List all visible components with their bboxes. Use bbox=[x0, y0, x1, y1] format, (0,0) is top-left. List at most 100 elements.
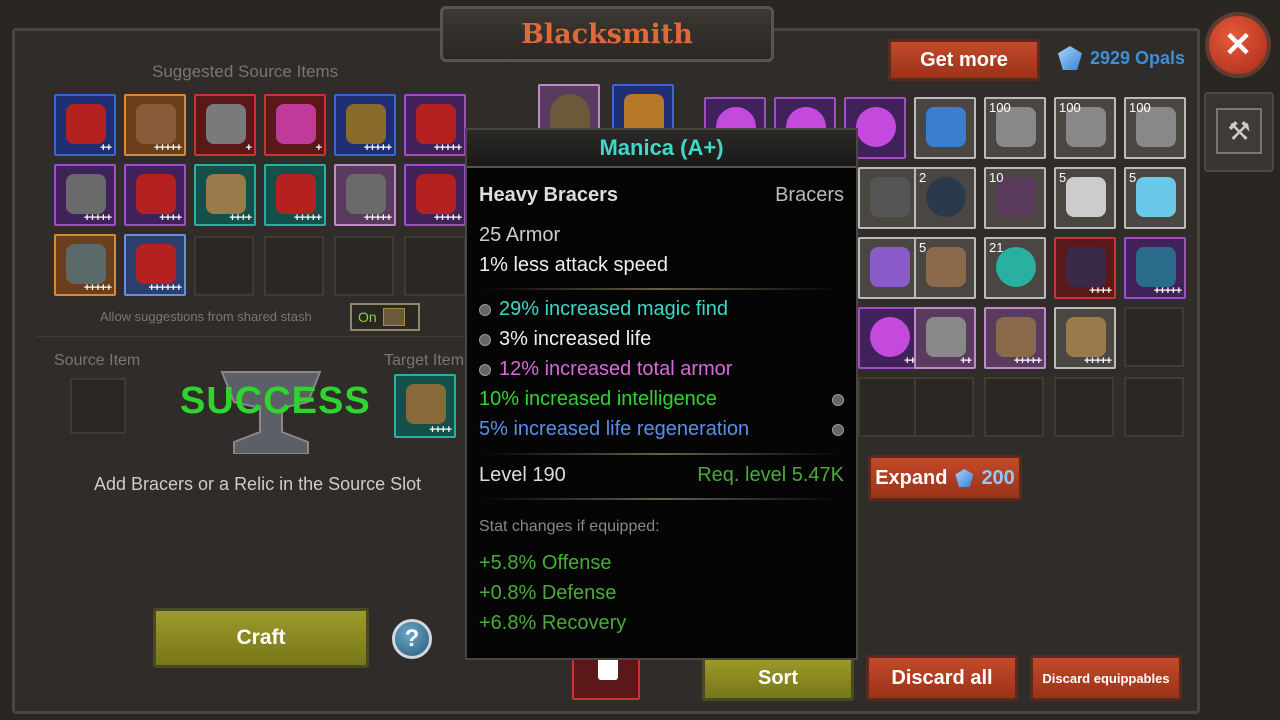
inventory-item[interactable]: ++++ bbox=[1054, 237, 1116, 299]
inventory-item[interactable]: 100 bbox=[1054, 97, 1116, 159]
affix-row: 10% increased intelligence bbox=[479, 388, 844, 411]
item-icon bbox=[926, 317, 966, 357]
affix-row: 5% increased life regeneration bbox=[479, 418, 844, 441]
empty-inventory-slot[interactable] bbox=[1124, 377, 1184, 437]
affix-text: 3% increased life bbox=[499, 328, 652, 350]
affix-bullet-icon bbox=[479, 333, 491, 346]
empty-inventory-slot[interactable] bbox=[858, 377, 918, 437]
plus-rank: ++++ bbox=[159, 212, 182, 224]
discard-all-label: Discard all bbox=[891, 666, 993, 689]
empty-inventory-slot[interactable] bbox=[1124, 307, 1184, 367]
empty-slot[interactable] bbox=[404, 236, 466, 296]
inventory-item[interactable]: 10 bbox=[984, 167, 1046, 229]
inventory-item[interactable]: 100 bbox=[1124, 97, 1186, 159]
suggested-item[interactable]: +++++ bbox=[404, 94, 466, 156]
item-icon bbox=[1066, 247, 1106, 287]
plus-rank: ++ bbox=[960, 355, 972, 367]
get-more-button[interactable]: Get more bbox=[888, 39, 1040, 81]
plus-rank: ++++++ bbox=[148, 282, 182, 294]
item-icon bbox=[870, 177, 910, 217]
item-level: Level 190 bbox=[479, 464, 566, 486]
affix-text: 5% increased life regeneration bbox=[479, 418, 750, 440]
suggested-item[interactable]: +++++ bbox=[334, 94, 396, 156]
inventory-item[interactable]: ++ bbox=[914, 307, 976, 369]
empty-slot[interactable] bbox=[194, 236, 254, 296]
help-button[interactable]: ? bbox=[392, 619, 432, 659]
empty-inventory-slot[interactable] bbox=[1054, 377, 1114, 437]
opals-count: 2929 Opals bbox=[1090, 47, 1186, 68]
tooltip-slot-type: Bracers bbox=[775, 184, 844, 206]
inventory-item[interactable]: 21 bbox=[984, 237, 1046, 299]
bracers-icon bbox=[406, 384, 446, 424]
shared-stash-toggle[interactable]: On bbox=[350, 303, 420, 331]
inventory-item[interactable]: 5 bbox=[914, 237, 976, 299]
empty-inventory-slot[interactable] bbox=[984, 377, 1044, 437]
bracers-icon bbox=[136, 174, 176, 214]
target-item-label: Target Item bbox=[384, 352, 465, 369]
stack-count: 21 bbox=[989, 240, 1004, 255]
opals-display: 2929 Opals bbox=[1058, 46, 1185, 70]
target-item-slot[interactable]: ++++ bbox=[394, 374, 456, 438]
inventory-item[interactable]: 100 bbox=[984, 97, 1046, 159]
inventory-item[interactable]: +++++ bbox=[984, 307, 1046, 369]
inventory-item[interactable]: 5 bbox=[1124, 167, 1186, 229]
bracers-icon bbox=[276, 104, 316, 144]
sort-button[interactable]: Sort bbox=[702, 655, 854, 701]
plus-rank: +++++ bbox=[1153, 285, 1182, 297]
expand-label: Expand bbox=[875, 466, 948, 489]
discard-all-button[interactable]: Discard all bbox=[866, 655, 1018, 701]
inventory-item[interactable]: 2 bbox=[914, 167, 976, 229]
empty-inventory-slot[interactable] bbox=[914, 377, 974, 437]
get-more-label: Get more bbox=[920, 48, 1008, 71]
affix-bullet-icon bbox=[479, 303, 491, 316]
affix-text: 10% increased intelligence bbox=[479, 388, 717, 410]
empty-slot[interactable] bbox=[334, 236, 394, 296]
source-item-slot[interactable] bbox=[70, 378, 126, 434]
bottle-icon bbox=[598, 658, 618, 680]
item-icon bbox=[926, 107, 966, 147]
inventory-item[interactable]: +++++ bbox=[1054, 307, 1116, 369]
opal-icon bbox=[955, 469, 974, 487]
item-icon bbox=[1066, 317, 1106, 357]
empty-slot[interactable] bbox=[264, 236, 324, 296]
suggested-item[interactable]: ++++ bbox=[124, 164, 186, 226]
implicit-text: 1% less attack speed bbox=[479, 254, 668, 276]
inventory-item[interactable]: ++ bbox=[858, 307, 920, 369]
suggested-item[interactable]: +++++ bbox=[124, 94, 186, 156]
suggested-item[interactable]: +++++ bbox=[54, 164, 116, 226]
tooltip-base-type: Heavy Bracers bbox=[479, 184, 618, 206]
inventory-item[interactable]: 5 bbox=[1054, 167, 1116, 229]
suggested-item[interactable]: +++++ bbox=[264, 164, 326, 226]
stack-count: 100 bbox=[1059, 100, 1081, 115]
divider bbox=[483, 498, 840, 500]
close-button[interactable]: ✕ bbox=[1205, 12, 1271, 78]
suggested-item[interactable]: ++++++ bbox=[124, 234, 186, 296]
suggested-item[interactable]: + bbox=[194, 94, 256, 156]
suggested-item[interactable]: ++++ bbox=[194, 164, 256, 226]
stack-count: 5 bbox=[1059, 170, 1067, 185]
bracers-icon bbox=[136, 104, 176, 144]
suggested-item[interactable]: +++++ bbox=[404, 164, 466, 226]
item-icon bbox=[870, 317, 910, 357]
bracers-icon bbox=[346, 174, 386, 214]
suggested-item[interactable]: ++ bbox=[54, 94, 116, 156]
expand-button[interactable]: Expand 200 bbox=[868, 455, 1022, 501]
discard-equippables-button[interactable]: Discard equippables bbox=[1030, 655, 1182, 701]
inventory-item[interactable] bbox=[914, 97, 976, 159]
tooltip-item-name: Manica (A+) bbox=[467, 130, 856, 168]
bracers-icon bbox=[276, 174, 316, 214]
craft-button[interactable]: Craft bbox=[153, 608, 369, 668]
inventory-item[interactable] bbox=[858, 167, 920, 229]
affix-bullet-icon bbox=[479, 363, 491, 376]
stat-change: +0.8% Defense bbox=[479, 582, 617, 604]
suggested-item[interactable]: +++++ bbox=[334, 164, 396, 226]
plus-rank: +++++ bbox=[363, 142, 392, 154]
suggested-item[interactable]: +++++ bbox=[54, 234, 116, 296]
suggested-item[interactable]: + bbox=[264, 94, 326, 156]
inventory-item[interactable] bbox=[858, 237, 920, 299]
item-icon bbox=[1136, 177, 1176, 217]
plus-rank: +++++ bbox=[1013, 355, 1042, 367]
item-icon bbox=[1066, 177, 1106, 217]
inventory-item[interactable]: +++++ bbox=[1124, 237, 1186, 299]
blacksmith-tab[interactable]: ⚒ bbox=[1204, 92, 1274, 172]
